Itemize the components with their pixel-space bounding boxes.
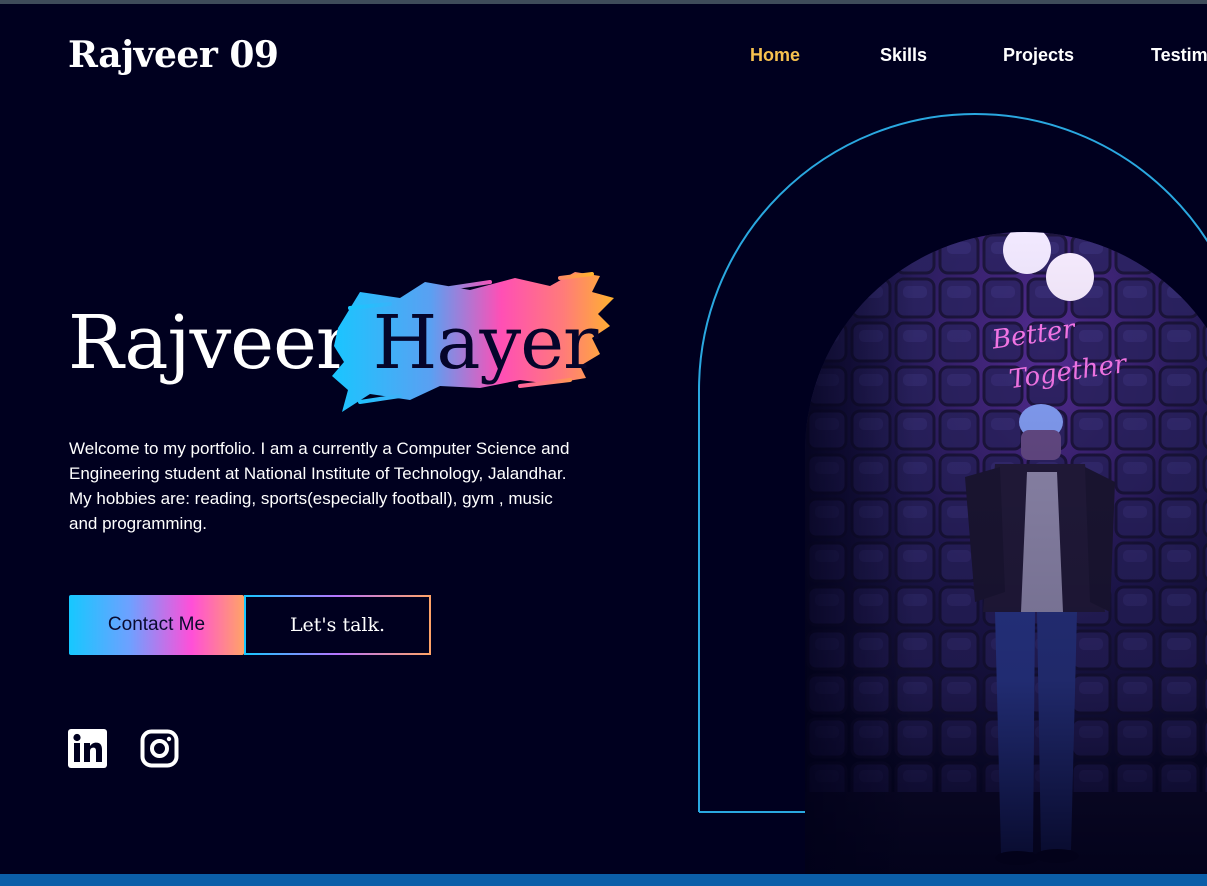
linkedin-icon bbox=[68, 729, 107, 768]
nav-home[interactable]: Home bbox=[750, 45, 800, 66]
profile-photo: Better Together bbox=[805, 232, 1207, 874]
window-bottom-bar bbox=[0, 874, 1207, 886]
window-top-border bbox=[0, 0, 1207, 4]
hero-first-name: Rajveer bbox=[68, 300, 351, 386]
intro-line-1: Welcome to my portfolio. I am a currentl… bbox=[69, 439, 570, 483]
linkedin-link[interactable] bbox=[68, 729, 107, 768]
intro-line-2: My hobbies are: reading, sports(especial… bbox=[69, 489, 553, 533]
portfolio-page: Rajveer 09 Home Skills Projects Testim R… bbox=[0, 0, 1207, 886]
intro-text: Welcome to my portfolio. I am a currentl… bbox=[69, 436, 579, 536]
hero-last-name: Hayer bbox=[372, 300, 599, 386]
nav-projects[interactable]: Projects bbox=[1003, 45, 1074, 66]
contact-me-button[interactable]: Contact Me bbox=[69, 595, 244, 655]
instagram-link[interactable] bbox=[140, 729, 179, 768]
instagram-icon bbox=[140, 729, 179, 768]
nav-testimonials[interactable]: Testim bbox=[1151, 45, 1207, 66]
site-logo[interactable]: Rajveer 09 bbox=[68, 34, 279, 76]
profile-photo-illustration: Better Together bbox=[805, 232, 1207, 874]
nav-skills[interactable]: Skills bbox=[880, 45, 927, 66]
lets-talk-button[interactable]: Let's talk. bbox=[244, 595, 431, 655]
